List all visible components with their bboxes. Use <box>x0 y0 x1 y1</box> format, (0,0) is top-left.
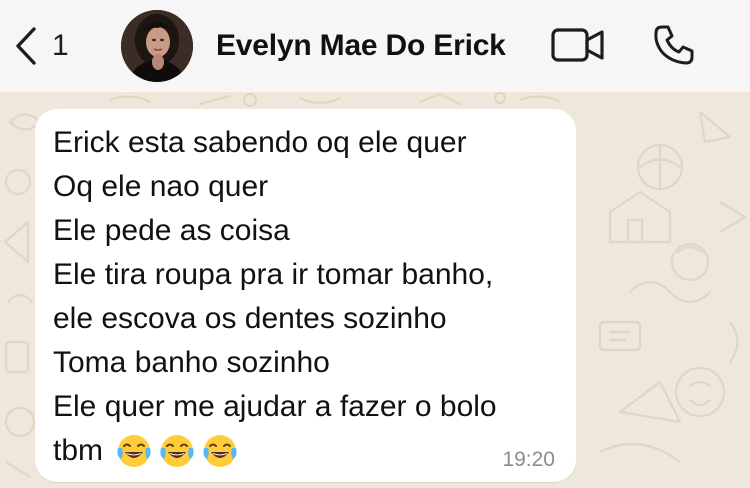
video-camera-icon <box>551 28 605 67</box>
unread-count: 1 <box>52 29 69 62</box>
message-line: Erick esta sabendo oq ele quer <box>53 126 467 159</box>
message-line: ele escova os dentes sozinho <box>53 302 447 335</box>
message-timestamp: 19:20 <box>502 448 555 471</box>
message-line: Toma banho sozinho <box>53 346 330 379</box>
laughing-tears-emoji-icon <box>203 435 237 467</box>
message-line: Oq ele nao quer <box>53 170 269 203</box>
message-line: Ele tira roupa pra ir tomar banho, <box>53 258 494 291</box>
avatar[interactable] <box>121 10 193 82</box>
chat-header: 1 Evelyn Mae Do Erick <box>0 0 750 92</box>
message-line: Ele pede as coisa <box>53 214 290 247</box>
voice-call-button[interactable] <box>653 24 695 71</box>
message-line-last: tbm <box>53 429 497 473</box>
contact-name[interactable]: Evelyn Mae Do Erick <box>216 26 506 66</box>
message-line: Ele quer me ajudar a fazer o bolo <box>53 390 497 423</box>
chevron-left-icon <box>14 26 38 66</box>
back-button[interactable]: 1 <box>14 26 69 66</box>
laughing-tears-emoji-icon <box>117 435 151 467</box>
phone-icon <box>653 25 695 70</box>
message-text: Erick esta sabendo oq ele quer Oq ele na… <box>53 121 497 473</box>
laughing-tears-emoji-icon <box>160 435 194 467</box>
video-call-button[interactable] <box>551 27 605 68</box>
chat-background: Erick esta sabendo oq ele quer Oq ele na… <box>0 92 750 488</box>
incoming-message-bubble[interactable]: Erick esta sabendo oq ele quer Oq ele na… <box>35 109 576 482</box>
message-line: tbm <box>53 434 104 467</box>
